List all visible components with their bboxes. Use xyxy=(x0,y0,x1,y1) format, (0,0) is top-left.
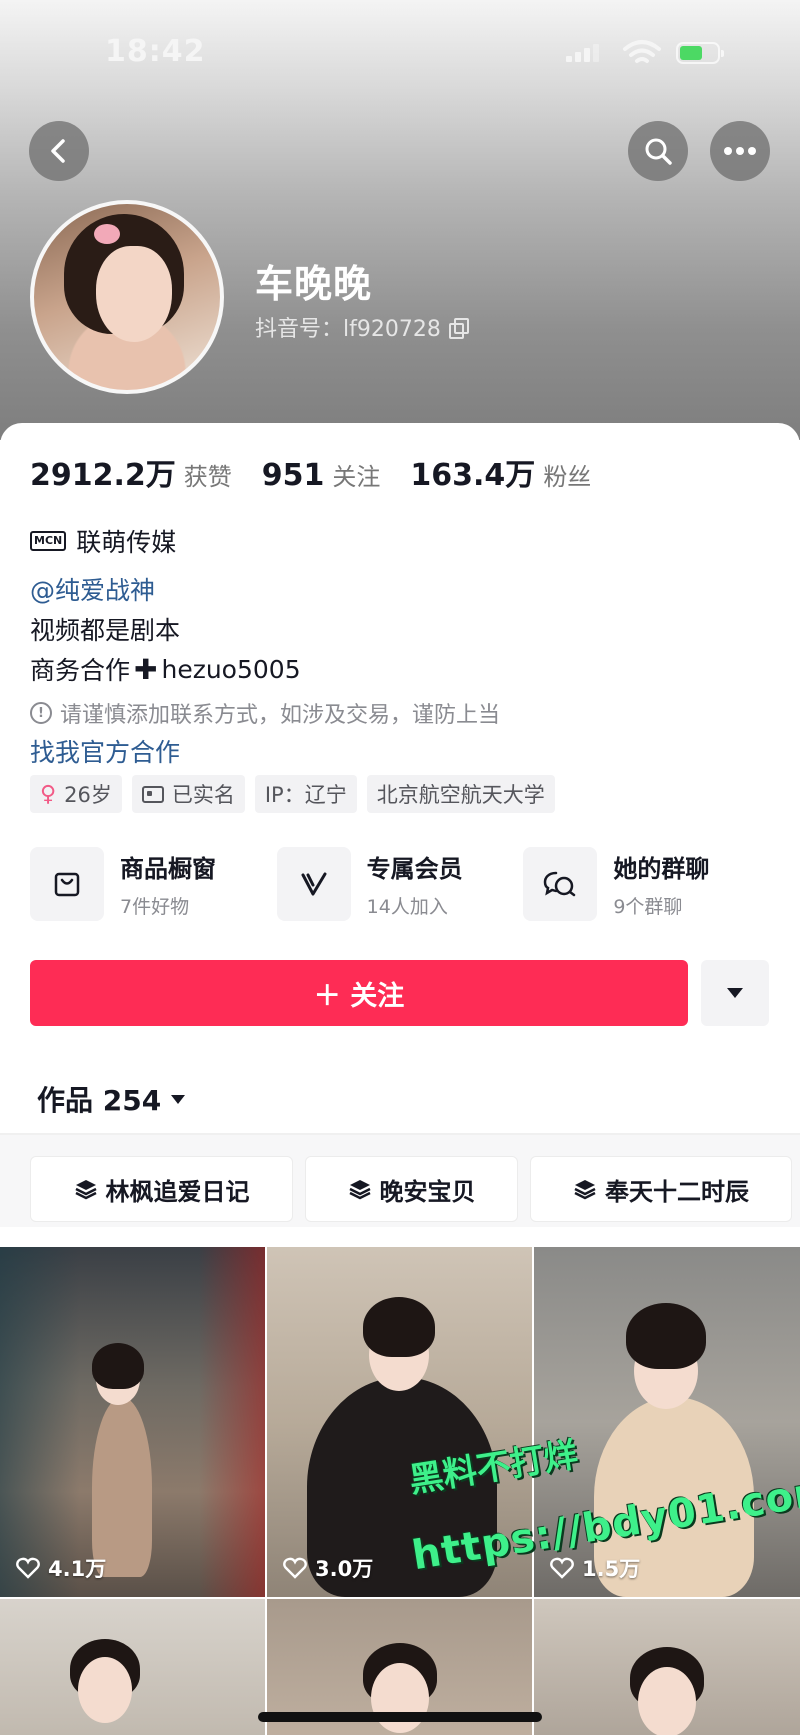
collection-label: 林枫追爱日记 xyxy=(105,1177,250,1206)
bio-business-contact: hezuo5005 xyxy=(161,654,301,684)
warning-text: 请谨慎添加联系方式，如涉及交易，谨防上当 xyxy=(60,703,501,728)
bio-text-line: 视频都是剧本 xyxy=(30,616,181,645)
douyin-id-text: 抖音号：lf920728 xyxy=(255,317,441,342)
collection-chip[interactable]: 林枫追爱日记 xyxy=(30,1156,293,1222)
feature-shop-window[interactable]: 商品橱窗 7件好物 xyxy=(30,847,277,921)
stack-icon xyxy=(74,1180,97,1200)
video-likes: 4.1万 xyxy=(16,1553,106,1583)
bio-business-line: 商务合作 ✚ hezuo5005 xyxy=(30,651,301,687)
contact-warning: ! 请谨慎添加联系方式，如涉及交易，谨防上当 xyxy=(30,697,500,729)
id-card-icon xyxy=(141,785,164,803)
stat-value: 2912.2万 xyxy=(30,458,176,493)
status-bar: 18:42 xyxy=(0,30,800,80)
stat-following[interactable]: 951 关注 xyxy=(262,457,381,493)
back-button[interactable] xyxy=(29,121,89,181)
bio-business-prefix: 商务合作 xyxy=(30,656,131,685)
stat-label: 获赞 xyxy=(183,463,232,491)
heart-outline-icon xyxy=(283,1557,307,1579)
stat-likes[interactable]: 2912.2万 获赞 xyxy=(30,450,232,494)
tag-label: 26岁 xyxy=(64,783,112,807)
home-indicator[interactable] xyxy=(258,1712,542,1722)
feature-title: 专属会员 xyxy=(366,855,463,883)
video-thumbnail[interactable]: 4.1万 xyxy=(0,1247,265,1597)
stat-value: 163.4万 xyxy=(410,458,536,493)
video-thumbnail[interactable] xyxy=(534,1599,800,1735)
follow-button[interactable]: ＋ 关注 xyxy=(30,960,688,1026)
shopping-bag-icon xyxy=(30,847,104,921)
collection-chip[interactable]: 奉天十二时辰 xyxy=(530,1156,792,1222)
feature-entries: 商品橱窗 7件好物 专属会员 14人加入 她的群聊 9个群聊 xyxy=(30,847,770,921)
wifi-icon xyxy=(623,40,661,63)
profile-card: 2912.2万 获赞 951 关注 163.4万 粉丝 MCN 联萌传媒 @纯爱… xyxy=(0,423,800,1735)
stat-value: 951 xyxy=(261,458,325,493)
stack-icon xyxy=(348,1180,371,1200)
feature-title: 商品橱窗 xyxy=(120,855,216,883)
collection-label: 奉天十二时辰 xyxy=(605,1177,749,1206)
stats-row: 2912.2万 获赞 951 关注 163.4万 粉丝 xyxy=(30,450,621,494)
video-likes: 1.5万 xyxy=(550,1553,640,1583)
video-likes-count: 4.1万 xyxy=(48,1557,107,1581)
collections-list: 林枫追爱日记 晚安宝贝 奉天十二时辰 xyxy=(30,1156,792,1222)
mcn-name: 联萌传媒 xyxy=(76,528,177,557)
search-icon xyxy=(645,138,672,165)
battery-icon xyxy=(676,42,724,64)
video-likes-count: 1.5万 xyxy=(582,1557,641,1581)
copy-icon[interactable] xyxy=(448,318,469,339)
profile-tags: ♀ 26岁 已实名 IP：辽宁 北京航空航天大学 xyxy=(30,775,555,813)
chevron-left-icon xyxy=(51,139,65,163)
exclamation-icon: ! xyxy=(30,702,52,724)
feature-group-chat[interactable]: 她的群聊 9个群聊 xyxy=(523,847,770,921)
tag-verified: 已实名 xyxy=(131,775,245,813)
video-likes-count: 3.0万 xyxy=(315,1557,374,1581)
heart-outline-icon xyxy=(550,1557,574,1579)
tag-school[interactable]: 北京航空航天大学 xyxy=(366,775,555,813)
official-cooperation-link[interactable]: 找我官方合作 xyxy=(30,733,180,769)
tab-works[interactable]: 作品 254 xyxy=(37,1079,186,1119)
collection-label: 晚安宝贝 xyxy=(379,1177,476,1206)
feature-subtitle: 14人加入 xyxy=(366,896,448,918)
stat-label: 粉丝 xyxy=(543,463,592,491)
tag-age: ♀ 26岁 xyxy=(30,775,122,813)
mcn-row[interactable]: MCN 联萌传媒 xyxy=(30,523,176,559)
recommend-dropdown-button[interactable] xyxy=(701,960,769,1026)
collection-chip[interactable]: 晚安宝贝 xyxy=(305,1156,518,1222)
group-chat-icon xyxy=(523,847,598,921)
tag-label: 北京航空航天大学 xyxy=(376,783,545,807)
feature-subtitle: 9个群聊 xyxy=(613,896,683,918)
more-button[interactable] xyxy=(710,121,770,181)
vip-icon xyxy=(276,847,351,921)
signal-icon xyxy=(566,44,602,62)
feature-subtitle: 7件好物 xyxy=(120,896,190,918)
caret-down-icon xyxy=(727,988,743,998)
mcn-badge: MCN xyxy=(30,531,67,551)
profile-nickname: 车晚晚 xyxy=(255,262,373,306)
caret-down-icon xyxy=(171,1094,186,1104)
works-tab-label: 作品 254 xyxy=(37,1084,162,1117)
video-likes: 3.0万 xyxy=(283,1553,373,1583)
tag-label: IP：辽宁 xyxy=(264,783,347,807)
search-button[interactable] xyxy=(628,121,688,181)
avatar[interactable] xyxy=(30,200,224,394)
heart-outline-icon xyxy=(16,1557,40,1579)
feature-membership[interactable]: 专属会员 14人加入 xyxy=(276,847,524,921)
plus-icon: ✚ xyxy=(134,652,158,686)
stack-icon xyxy=(574,1180,596,1200)
video-thumbnail[interactable] xyxy=(0,1599,265,1735)
more-dots-icon xyxy=(724,147,756,155)
tag-ip: IP：辽宁 xyxy=(254,775,357,813)
status-time: 18:42 xyxy=(105,34,206,69)
feature-title: 她的群聊 xyxy=(613,855,710,883)
bio-mention-link[interactable]: @纯爱战神 xyxy=(30,571,155,607)
douyin-id-row[interactable]: 抖音号：lf920728 xyxy=(255,311,469,343)
tag-label: 已实名 xyxy=(171,783,235,807)
female-icon: ♀ xyxy=(40,781,57,807)
stat-label: 关注 xyxy=(332,463,381,491)
stat-followers[interactable]: 163.4万 粉丝 xyxy=(410,450,591,494)
